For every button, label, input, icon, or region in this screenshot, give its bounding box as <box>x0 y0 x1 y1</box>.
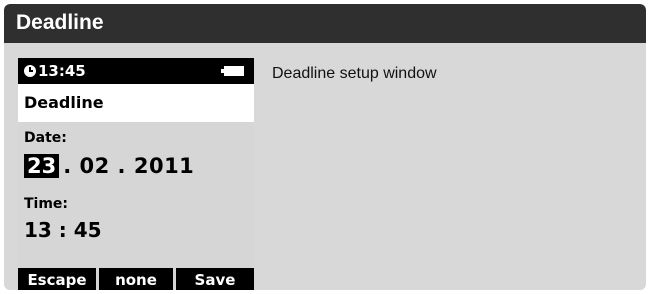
escape-button[interactable]: Escape <box>18 268 96 290</box>
save-button[interactable]: Save <box>176 268 254 290</box>
window-title: Deadline <box>16 11 104 34</box>
none-button[interactable]: none <box>99 268 173 290</box>
title-bar: Deadline <box>4 4 646 43</box>
status-bar: 13:45 <box>18 58 254 84</box>
clock-icon <box>24 65 36 77</box>
description-text: Deadline setup window <box>272 65 437 82</box>
date-day-selected[interactable]: 23 <box>24 154 60 178</box>
date-field[interactable]: 23. 02 . 2011 <box>24 154 194 180</box>
deadline-panel: Deadline 13:45 Deadline Date: 23. 02 . 2… <box>4 4 646 290</box>
status-time: 13:45 <box>38 62 86 80</box>
device-screen: 13:45 Deadline Date: 23. 02 . 2011 Time:… <box>18 58 254 290</box>
battery-icon <box>221 66 244 76</box>
screen-header-title: Deadline <box>24 93 104 112</box>
softkey-bar: Escape none Save <box>18 268 254 290</box>
time-field[interactable]: 13 : 45 <box>24 218 102 242</box>
date-month-year[interactable]: . 02 . 2011 <box>63 154 194 178</box>
date-label: Date: <box>24 130 67 146</box>
time-label: Time: <box>24 196 69 212</box>
screen-header: Deadline <box>18 84 254 122</box>
